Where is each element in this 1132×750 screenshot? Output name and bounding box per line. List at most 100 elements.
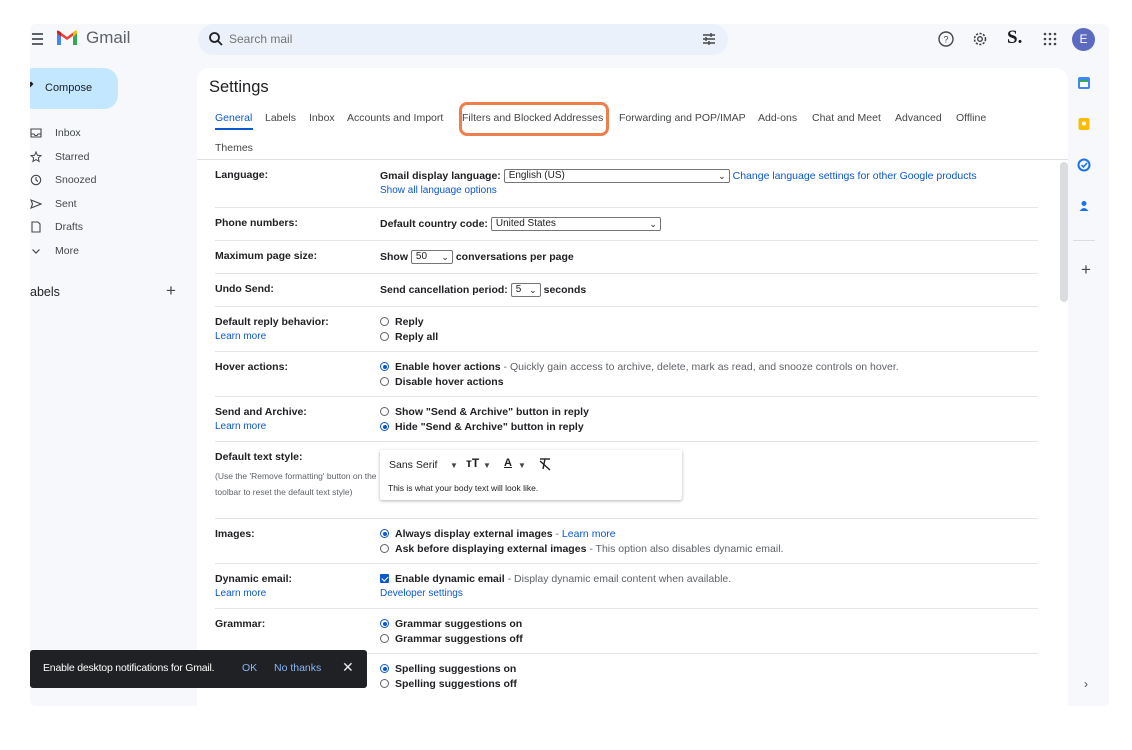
gmail-logo[interactable]: Gmail	[56, 28, 130, 48]
remove-formatting-icon[interactable]	[538, 457, 552, 471]
text-color-icon[interactable]: A	[504, 457, 512, 469]
enable-hover-radio[interactable]	[380, 362, 389, 371]
undo-period-select[interactable]: 5 ⌄	[510, 283, 541, 297]
nav-label: Snoozed	[55, 174, 97, 186]
option-label: Reply	[395, 316, 424, 328]
search-options-icon[interactable]	[701, 31, 717, 47]
option-description: - This option also disables dynamic emai…	[586, 543, 784, 555]
always-display-radio[interactable]	[380, 529, 389, 538]
toast-ok-button[interactable]: OK	[242, 662, 257, 674]
compose-button[interactable]: Compose	[30, 68, 118, 109]
page-size-select[interactable]: 50 ⌄	[410, 250, 453, 264]
calendar-icon[interactable]	[1077, 76, 1091, 90]
undo-prefix: Send cancellation period:	[380, 283, 508, 296]
show-all-languages-link[interactable]: Show all language options	[380, 185, 497, 196]
tab-themes[interactable]: Themes	[215, 142, 253, 154]
contacts-icon[interactable]	[1077, 199, 1091, 213]
close-icon[interactable]: ✕	[342, 659, 354, 676]
reply-all-radio[interactable]	[380, 332, 389, 341]
keep-icon[interactable]	[1077, 117, 1091, 131]
show-send-archive-radio[interactable]	[380, 407, 389, 416]
tasks-icon[interactable]	[1077, 158, 1091, 172]
search-bar[interactable]	[198, 24, 728, 55]
grammar-off-radio[interactable]	[380, 634, 389, 643]
spelling-on-radio[interactable]	[380, 664, 389, 673]
learn-more-link[interactable]: Learn more	[562, 528, 616, 540]
add-addon-icon[interactable]: +	[1081, 260, 1091, 280]
help-icon[interactable]: ?	[936, 29, 956, 49]
nav-item-inbox[interactable]: Inbox	[30, 124, 190, 144]
font-family-button[interactable]: Sans Serif	[389, 459, 437, 471]
ask-before-images-option[interactable]: Ask before displaying external images - …	[380, 543, 783, 555]
dynamic-email-checkbox[interactable]	[380, 574, 389, 583]
setting-row-send-archive: Send and Archive: Learn more Show "Send …	[215, 397, 1038, 442]
settings-gear-icon[interactable]	[970, 29, 990, 49]
change-language-link[interactable]: Change language settings for other Googl…	[733, 170, 977, 182]
always-display-images-option[interactable]: Always display external images - Learn m…	[380, 528, 616, 540]
settings-scrollbar[interactable]	[1060, 162, 1068, 302]
grammar-on-radio[interactable]	[380, 619, 389, 628]
hide-send-archive-radio[interactable]	[380, 422, 389, 431]
nav-item-sent[interactable]: Sent	[30, 195, 190, 215]
search-input[interactable]	[229, 32, 649, 46]
setting-label: Phone numbers:	[215, 217, 298, 229]
tab-filters-blocked[interactable]: Filters and Blocked Addresses	[462, 112, 603, 124]
show-send-archive-option[interactable]: Show "Send & Archive" button in reply	[380, 406, 589, 418]
ask-before-radio[interactable]	[380, 544, 389, 553]
tab-general[interactable]: General	[215, 112, 252, 124]
option-label: Enable dynamic email	[395, 573, 505, 585]
color-dropdown-icon[interactable]: ▼	[518, 461, 526, 470]
tab-inbox[interactable]: Inbox	[309, 112, 335, 124]
option-label: Disable hover actions	[395, 376, 504, 388]
search-icon[interactable]	[208, 31, 224, 47]
tab-chat-meet[interactable]: Chat and Meet	[812, 112, 881, 124]
page-title: Settings	[209, 78, 269, 96]
enable-dynamic-email-option[interactable]: Enable dynamic email - Display dynamic e…	[380, 573, 731, 585]
disable-hover-radio[interactable]	[380, 377, 389, 386]
main-menu-icon[interactable]	[32, 30, 46, 46]
account-avatar[interactable]: E	[1072, 28, 1095, 51]
create-label-icon[interactable]: +	[166, 281, 176, 301]
setting-label: Hover actions:	[215, 361, 288, 373]
size-dropdown-icon[interactable]: ▼	[483, 461, 491, 470]
tab-accounts-import[interactable]: Accounts and Import	[347, 112, 443, 124]
tab-add-ons[interactable]: Add-ons	[758, 112, 797, 124]
spelling-off-option[interactable]: Spelling suggestions off	[380, 678, 517, 690]
tab-labels[interactable]: Labels	[265, 112, 296, 124]
grammar-off-option[interactable]: Grammar suggestions off	[380, 633, 523, 645]
reply-all-option[interactable]: Reply all	[380, 331, 438, 343]
nav-item-drafts[interactable]: Drafts	[30, 218, 190, 238]
setting-label: Dynamic email:	[215, 573, 293, 585]
option-label: Spelling suggestions off	[395, 678, 517, 690]
grammar-on-option[interactable]: Grammar suggestions on	[380, 618, 522, 630]
tab-advanced[interactable]: Advanced	[895, 112, 942, 124]
hide-send-archive-option[interactable]: Hide "Send & Archive" button in reply	[380, 421, 584, 433]
setting-row-dynamic-email: Dynamic email: Learn more Enable dynamic…	[215, 564, 1038, 609]
font-size-icon[interactable]: тT	[466, 456, 479, 470]
enable-hover-option[interactable]: Enable hover actions - Quickly gain acce…	[380, 361, 899, 373]
learn-more-link[interactable]: Learn more	[215, 588, 266, 599]
account-mark[interactable]: S.	[1007, 27, 1022, 49]
setting-row-grammar: Grammar: Grammar suggestions on Grammar …	[215, 609, 1038, 654]
spelling-on-option[interactable]: Spelling suggestions on	[380, 663, 516, 675]
learn-more-link[interactable]: Learn more	[215, 331, 266, 342]
option-label: Grammar suggestions off	[395, 633, 523, 645]
reply-radio[interactable]	[380, 317, 389, 326]
tab-forwarding-pop[interactable]: Forwarding and POP/IMAP	[619, 112, 746, 124]
compose-label: Compose	[45, 82, 93, 94]
tab-offline[interactable]: Offline	[956, 112, 986, 124]
learn-more-link[interactable]: Learn more	[215, 421, 266, 432]
disable-hover-option[interactable]: Disable hover actions	[380, 376, 504, 388]
display-language-select[interactable]: English (US) ⌄	[503, 169, 730, 183]
nav-item-snoozed[interactable]: Snoozed	[30, 171, 190, 191]
country-code-select[interactable]: United States ⌄	[490, 217, 661, 231]
expand-panel-icon[interactable]: ›	[1084, 677, 1088, 691]
spelling-off-radio[interactable]	[380, 679, 389, 688]
apps-grid-icon[interactable]	[1040, 29, 1060, 49]
toast-no-thanks-button[interactable]: No thanks	[274, 662, 321, 674]
reply-option[interactable]: Reply	[380, 316, 424, 328]
nav-item-more[interactable]: More	[30, 242, 190, 262]
nav-item-starred[interactable]: Starred	[30, 148, 190, 168]
font-dropdown-icon[interactable]: ▼	[450, 461, 458, 470]
developer-settings-link[interactable]: Developer settings	[380, 588, 463, 599]
